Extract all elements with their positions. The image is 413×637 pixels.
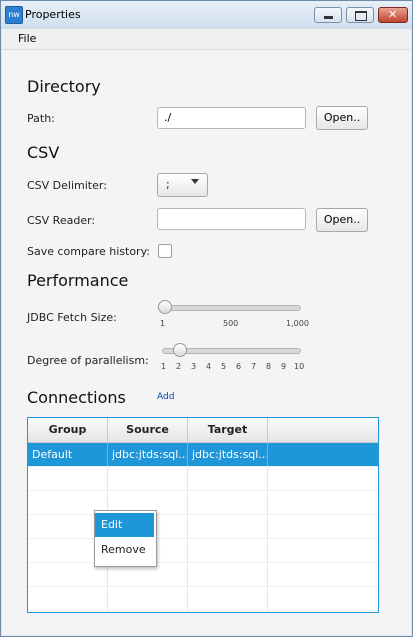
cell-target: jdbc:jtds:sql... <box>188 443 268 466</box>
table-row-empty <box>28 515 378 539</box>
properties-window: nw Properties ✕ File Directory Path: ./ … <box>0 0 413 637</box>
connections-table[interactable]: Group Source Target Default jdbc:jtds:sq… <box>27 417 379 613</box>
table-row-empty <box>28 563 378 587</box>
maximize-button[interactable] <box>346 7 374 23</box>
column-header-source[interactable]: Source <box>108 418 188 442</box>
table-row-empty <box>28 539 378 563</box>
chevron-down-icon <box>191 179 199 184</box>
path-label: Path: <box>27 112 55 125</box>
column-header-group[interactable]: Group <box>28 418 108 442</box>
fetch-tick: 1,000 <box>286 319 309 328</box>
table-row[interactable]: Default jdbc:jtds:sql... jdbc:jtds:sql..… <box>28 443 378 467</box>
context-menu-edit[interactable]: Edit <box>95 513 154 537</box>
table-row-empty <box>28 491 378 515</box>
csv-heading: CSV <box>27 143 60 162</box>
app-icon: nw <box>5 6 23 24</box>
column-header-target[interactable]: Target <box>188 418 268 442</box>
minimize-button[interactable] <box>314 7 342 23</box>
csv-reader-open-button[interactable]: Open.. <box>316 208 368 232</box>
table-row-empty <box>28 587 378 611</box>
fetch-size-slider-track[interactable] <box>162 305 301 311</box>
parallelism-tick: 6 <box>236 362 242 371</box>
csv-reader-input[interactable] <box>157 208 306 230</box>
parallelism-slider-thumb[interactable] <box>173 343 187 357</box>
parallelism-tick: 5 <box>221 362 227 371</box>
minimize-icon <box>324 16 333 19</box>
csv-delimiter-select[interactable]: ; <box>157 173 208 197</box>
connections-heading: Connections <box>27 388 126 407</box>
parallelism-label: Degree of parallelism: <box>27 354 149 367</box>
path-open-button[interactable]: Open.. <box>316 106 368 130</box>
fetch-size-slider-thumb[interactable] <box>158 300 172 314</box>
close-button[interactable]: ✕ <box>378 7 408 23</box>
menu-bar: File <box>2 29 411 50</box>
cell-source: jdbc:jtds:sql... <box>108 443 188 466</box>
maximize-icon <box>355 11 367 21</box>
csv-delimiter-value: ; <box>166 178 170 191</box>
csv-delimiter-label: CSV Delimiter: <box>27 179 107 192</box>
fetch-tick: 500 <box>223 319 239 328</box>
parallelism-tick: 9 <box>281 362 287 371</box>
directory-heading: Directory <box>27 77 101 96</box>
csv-reader-label: CSV Reader: <box>27 214 96 227</box>
parallelism-tick: 2 <box>176 362 182 371</box>
properties-content: Directory Path: ./ Open.. CSV CSV Delimi… <box>2 50 411 635</box>
table-row-empty <box>28 467 378 491</box>
fetch-size-label: JDBC Fetch Size: <box>27 311 117 324</box>
parallelism-tick: 4 <box>206 362 212 371</box>
fetch-tick: 1 <box>160 319 166 328</box>
parallelism-tick: 10 <box>294 362 305 371</box>
parallelism-tick: 7 <box>251 362 257 371</box>
row-context-menu: Edit Remove <box>94 510 157 567</box>
title-bar[interactable]: nw Properties ✕ <box>1 1 412 29</box>
cell-group: Default <box>28 443 108 466</box>
add-connection-link[interactable]: Add <box>157 392 174 402</box>
table-header: Group Source Target <box>28 418 378 443</box>
save-history-checkbox[interactable] <box>158 244 172 258</box>
close-icon: ✕ <box>388 8 398 21</box>
path-input[interactable]: ./ <box>157 107 306 129</box>
parallelism-tick: 1 <box>161 362 167 371</box>
parallelism-tick: 8 <box>266 362 272 371</box>
parallelism-tick: 3 <box>191 362 197 371</box>
save-history-label: Save compare history: <box>27 245 150 258</box>
menu-file[interactable]: File <box>18 32 36 45</box>
performance-heading: Performance <box>27 271 129 290</box>
context-menu-remove[interactable]: Remove <box>95 538 154 562</box>
window-title: Properties <box>25 8 81 21</box>
